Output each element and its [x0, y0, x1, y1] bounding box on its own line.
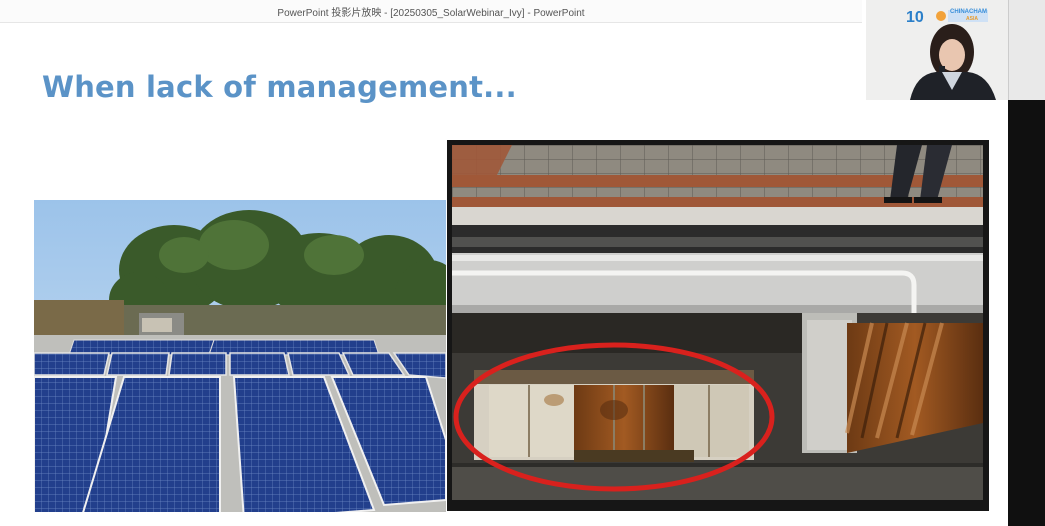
svg-text:10: 10 [906, 9, 924, 26]
slide-bottom-edge [0, 512, 1008, 526]
logo-text: CHINACHAM [950, 9, 987, 15]
window-title: PowerPoint 投影片放映 - [20250305_SolarWebina… [277, 7, 585, 19]
slide-title: When lack of management... [42, 70, 517, 104]
window-titlebar: PowerPoint 投影片放映 - [20250305_SolarWebina… [0, 0, 862, 23]
logo-subtext: ASIA [966, 16, 978, 22]
solar-panels-photo [34, 200, 446, 526]
10th-anniversary-logo-icon: 10 [906, 9, 924, 26]
webcam-edge [1008, 0, 1045, 100]
presenter-webcam: 10 CHINACHAM ASIA [866, 0, 1008, 100]
corroded-equipment-photo [447, 140, 989, 511]
screen-edge [1008, 0, 1045, 526]
